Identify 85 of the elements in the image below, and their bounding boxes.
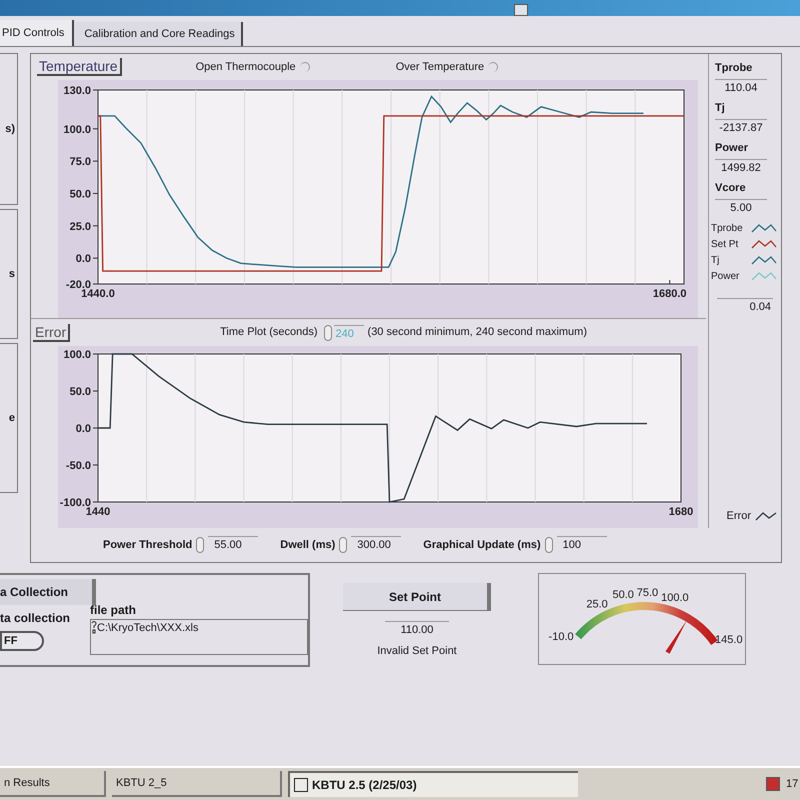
taskbar-button[interactable]: n Results [0, 771, 106, 797]
field-label: Graphical Update (ms) [423, 538, 541, 553]
field-label: file path [90, 602, 138, 619]
path-browse-icon[interactable] [91, 620, 97, 634]
readout-value: 110.04 [715, 78, 767, 96]
gauge-label: 100.0 [661, 592, 689, 604]
legend-label: Tprobe [711, 222, 743, 236]
readout-label: Power [715, 141, 750, 156]
axis-tick-label: 1440.0 [81, 288, 115, 300]
axis-tick-label: 1440 [86, 506, 110, 518]
gauge-label: 50.0 [612, 589, 634, 602]
chart-title: Temperature [37, 58, 122, 76]
toggle-switch[interactable]: FF [0, 631, 44, 651]
axis-tick [669, 280, 670, 284]
tab[interactable]: Calibration and Core Readings [74, 22, 243, 46]
taskbar-button[interactable]: KBTU 2_5 [112, 771, 282, 797]
gauge-label: 145.0 [715, 634, 743, 646]
legend-swatch[interactable] [751, 222, 777, 234]
legend-label: Power [711, 270, 740, 284]
indicator-label: Over Temperature [396, 60, 484, 75]
field-label: Power Threshold [103, 538, 192, 553]
spinner-icon[interactable] [544, 537, 553, 553]
axis-tick-label: 1680.0 [652, 288, 687, 300]
gauge-label: -10.0 [548, 631, 574, 644]
axis-tick [92, 160, 98, 162]
axis-tick-label: 75.0 [70, 156, 91, 168]
range-note: (30 second minimum, 240 second maximum) [368, 325, 588, 340]
chart-title: Error [33, 324, 70, 342]
numeric-field[interactable]: 100 [556, 536, 607, 554]
axis-tick-label: 130.0 [63, 85, 91, 97]
axis-tick [92, 464, 98, 466]
axis-tick [680, 498, 682, 502]
axis-tick-label: 100.0 [63, 124, 91, 136]
set-point-button[interactable]: Set Point [343, 583, 491, 611]
field-label: Dwell (ms) [280, 538, 336, 553]
label: s) [5, 122, 15, 137]
legend-label: Error [726, 508, 751, 524]
numeric-field[interactable]: 55.00 [208, 536, 258, 554]
legend-swatch[interactable] [751, 238, 777, 250]
axis-tick-label: 50.0 [70, 188, 91, 200]
axis-tick-label: 0.0 [76, 423, 91, 435]
legend-label: Tj [711, 254, 720, 268]
readout-value: 5.00 [715, 198, 767, 216]
indicator-label: Open Thermocouple [196, 60, 296, 75]
readout-label: Tprobe [715, 61, 754, 76]
readout-value: -2137.87 [715, 118, 767, 136]
spinner-icon[interactable] [324, 324, 332, 340]
legend-swatch[interactable] [751, 254, 777, 266]
readout-label: Tj [715, 101, 726, 116]
legend-swatch[interactable] [755, 510, 777, 522]
window-button[interactable] [514, 4, 528, 16]
readout-label: Vcore [715, 181, 747, 196]
file-path-field[interactable]: C:\KryoTech\XXX.xls [90, 619, 308, 655]
axis-tick [92, 258, 98, 259]
readout-value: 1499.82 [715, 158, 767, 176]
gauge-label: 75.0 [636, 587, 658, 600]
axis-tick-label: 50.0 [70, 386, 91, 398]
axis-tick [92, 192, 98, 194]
legend-swatch[interactable] [751, 270, 777, 282]
axis-tick [92, 390, 98, 392]
axis-tick [92, 225, 98, 226]
numeric-field[interactable]: 300.00 [351, 536, 402, 554]
readout-value: 0.04 [717, 298, 773, 316]
taskbar-button[interactable]: KBTU 2.5 (2/25/03) [288, 771, 578, 797]
legend-label: Set Pt [711, 238, 738, 252]
field-label: Time Plot (seconds) [220, 325, 318, 340]
axis-tick-label: -50.0 [66, 460, 91, 472]
label: s [8, 266, 15, 282]
axis-tick [92, 128, 98, 130]
numeric-field[interactable]: 110.00 [385, 621, 449, 638]
spinner-icon[interactable] [196, 537, 204, 553]
status-text: Invalid Set Point [377, 644, 457, 658]
collection-button[interactable]: a Collection [0, 579, 96, 605]
gauge-label: 25.0 [586, 598, 608, 611]
axis-tick-label: 25.0 [70, 220, 91, 233]
field-label: ta collection [0, 610, 70, 627]
tab[interactable]: PID Controls [0, 20, 74, 46]
axis-tick-label: 100.0 [63, 349, 91, 361]
axis-tick-label: 0.0 [76, 253, 91, 266]
app-icon [294, 778, 308, 792]
field-value: C:\KryoTech\XXX.xls [97, 621, 198, 636]
axis-tick-label: 1680 [668, 506, 694, 518]
label: e [8, 410, 15, 426]
spinner-icon[interactable] [339, 537, 348, 553]
clock: 17 [786, 776, 800, 792]
